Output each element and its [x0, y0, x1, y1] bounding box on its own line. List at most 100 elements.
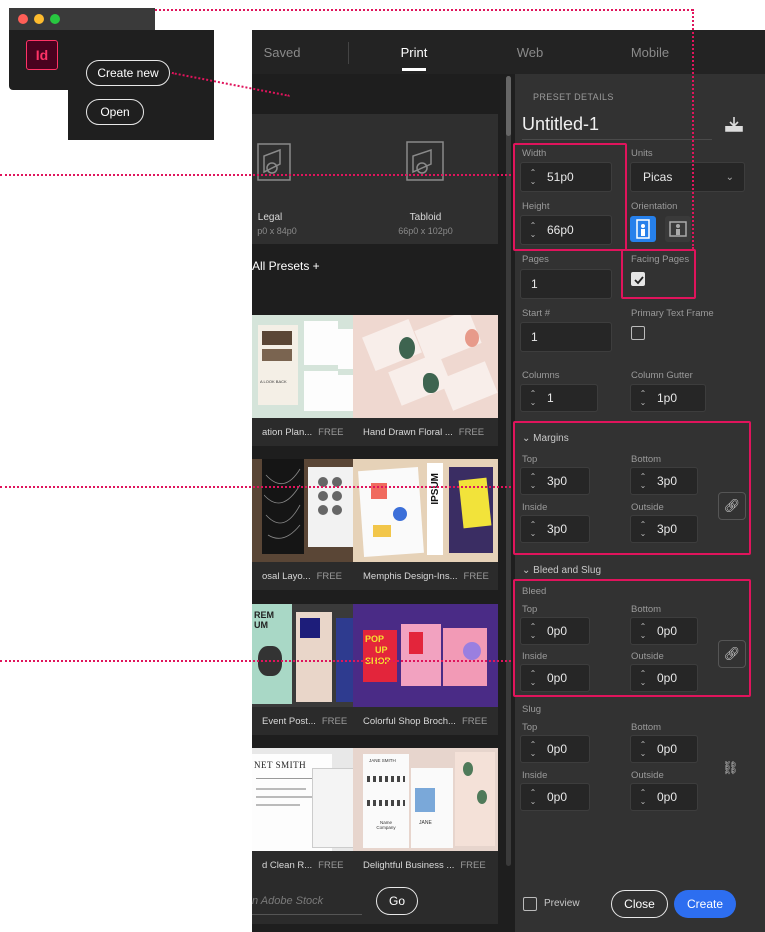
units-dropdown[interactable]: Picas ⌄ — [630, 162, 745, 192]
units-label: Units — [631, 148, 653, 159]
template-caption[interactable]: d Clean R... FREE — [252, 851, 369, 879]
landscape-orientation-button[interactable] — [665, 216, 691, 242]
template-name: d Clean R... — [262, 859, 313, 871]
column-gutter-label: Column Gutter — [631, 370, 693, 381]
columns-input[interactable]: ⌃ ⌄ 1 — [520, 384, 598, 412]
stock-search-input[interactable]: n Adobe Stock — [252, 887, 362, 915]
portrait-icon — [636, 219, 650, 239]
slug-outside-input[interactable]: ⌃ ⌄ 0p0 — [630, 783, 698, 811]
preview-checkbox[interactable] — [523, 897, 537, 911]
slug-inside-input[interactable]: ⌃ ⌄ 0p0 — [520, 783, 590, 811]
callout-line — [0, 174, 515, 176]
margin-top-stepper[interactable]: ⌃ ⌄ — [525, 468, 541, 494]
height-stepper[interactable]: ⌃ ⌄ — [525, 216, 541, 244]
bleed-slug-section-toggle[interactable]: ⌄ Bleed and Slug — [522, 565, 601, 576]
template-name: osal Layo... — [262, 570, 311, 582]
template-thumbnail[interactable]: NET SMITH — [252, 748, 369, 851]
template-caption[interactable]: osal Layo... FREE — [252, 562, 369, 590]
scrollbar[interactable] — [506, 76, 511, 866]
template-thumbnail[interactable]: POP UP SHOP — [353, 604, 498, 707]
tab-saved[interactable]: Saved — [252, 30, 312, 74]
margin-top-input[interactable]: ⌃ ⌄ 3p0 — [520, 467, 590, 495]
template-thumbnail[interactable]: REM UM — [252, 604, 369, 707]
slug-bottom-input[interactable]: ⌃ ⌄ 0p0 — [630, 735, 698, 763]
template-caption[interactable]: Colorful Shop Broch... FREE — [353, 707, 498, 735]
primary-text-frame-checkbox[interactable] — [631, 326, 645, 340]
primary-text-frame-label: Primary Text Frame — [631, 308, 714, 319]
template-thumbnail[interactable]: JANE SMITH Name Company JANE — [353, 748, 498, 851]
margins-section-toggle[interactable]: ⌄ Margins — [522, 433, 569, 444]
tab-mobile[interactable]: Mobile — [620, 30, 680, 74]
open-button[interactable]: Open — [86, 99, 144, 125]
gutter-stepper[interactable]: ⌃ ⌄ — [635, 385, 651, 411]
preset-card-tabloid[interactable]: Tabloid 66p0 x 102p0 — [353, 114, 498, 244]
scrollbar-thumb[interactable] — [506, 76, 511, 136]
maximize-window-button[interactable] — [50, 14, 60, 24]
bleed-inside-label: Inside — [522, 651, 548, 662]
template-caption[interactable]: Delightful Business ... FREE — [353, 851, 498, 879]
slug-top-stepper[interactable]: ⌃ ⌄ — [525, 736, 541, 762]
slug-bottom-label: Bottom — [631, 722, 662, 733]
bleed-outside-input[interactable]: ⌃ ⌄ 0p0 — [630, 664, 698, 692]
template-name: ation Plan... — [262, 426, 313, 438]
create-new-button[interactable]: Create new — [86, 60, 170, 86]
margin-inside-input[interactable]: ⌃ ⌄ 3p0 — [520, 515, 590, 543]
tab-web[interactable]: Web — [500, 30, 560, 74]
link-margins-button[interactable]: 🔗︎ — [718, 492, 746, 520]
pages-input[interactable]: 1 — [520, 269, 612, 299]
template-thumbnail[interactable]: A LOOK BACK — [252, 315, 369, 418]
start-page-input[interactable]: 1 — [520, 322, 612, 352]
height-input[interactable]: ⌃ ⌄ 66p0 — [520, 215, 612, 245]
indesign-logo: Id — [26, 40, 58, 70]
portrait-orientation-button[interactable] — [630, 216, 656, 242]
slug-inside-label: Inside — [522, 770, 548, 781]
margin-bottom-input[interactable]: ⌃ ⌄ 3p0 — [630, 467, 698, 495]
slug-top-input[interactable]: ⌃ ⌄ 0p0 — [520, 735, 590, 763]
preset-size: 66p0 x 102p0 — [398, 226, 453, 236]
close-button[interactable]: Close — [611, 890, 668, 918]
columns-label: Columns — [522, 370, 560, 381]
bleed-bottom-stepper[interactable]: ⌃ ⌄ — [635, 618, 651, 644]
go-button[interactable]: Go — [376, 887, 418, 915]
bleed-outside-stepper[interactable]: ⌃ ⌄ — [635, 665, 651, 691]
margin-outside-input[interactable]: ⌃ ⌄ 3p0 — [630, 515, 698, 543]
create-button[interactable]: Create — [674, 890, 736, 918]
template-thumbnail[interactable] — [353, 315, 498, 418]
column-gutter-input[interactable]: ⌃ ⌄ 1p0 — [630, 384, 706, 412]
bleed-top-input[interactable]: ⌃ ⌄ 0p0 — [520, 617, 590, 645]
chevron-down-icon: ⌄ — [522, 565, 531, 576]
bleed-top-stepper[interactable]: ⌃ ⌄ — [525, 618, 541, 644]
document-name-input[interactable]: Untitled-1 — [522, 114, 712, 140]
margin-outside-stepper[interactable]: ⌃ ⌄ — [635, 516, 651, 542]
slug-outside-stepper[interactable]: ⌃ ⌄ — [635, 784, 651, 810]
margin-inside-stepper[interactable]: ⌃ ⌄ — [525, 516, 541, 542]
bleed-inside-stepper[interactable]: ⌃ ⌄ — [525, 665, 541, 691]
minimize-window-button[interactable] — [34, 14, 44, 24]
margin-bottom-stepper[interactable]: ⌃ ⌄ — [635, 468, 651, 494]
bleed-bottom-input[interactable]: ⌃ ⌄ 0p0 — [630, 617, 698, 645]
link-bleed-button[interactable]: 🔗︎ — [718, 640, 746, 668]
preset-card-legal[interactable]: Legal p0 x 84p0 — [252, 114, 369, 244]
preview-label: Preview — [544, 898, 580, 909]
close-window-button[interactable] — [18, 14, 28, 24]
preset-name: Tabloid — [409, 212, 442, 223]
callout-line — [155, 9, 693, 11]
view-all-presets-link[interactable]: All Presets + — [252, 259, 320, 273]
template-caption[interactable]: Hand Drawn Floral ... FREE — [353, 418, 498, 446]
width-stepper[interactable]: ⌃ ⌄ — [525, 163, 541, 191]
width-input[interactable]: ⌃ ⌄ 51p0 — [520, 162, 612, 192]
facing-pages-checkbox[interactable] — [631, 272, 645, 286]
template-caption[interactable]: Memphis Design-Ins... FREE — [353, 562, 498, 590]
unlink-slug-icon[interactable]: ⛓︎ — [722, 760, 739, 776]
columns-stepper[interactable]: ⌃ ⌄ — [525, 385, 541, 411]
template-caption[interactable]: Event Post... FREE — [252, 707, 369, 735]
template-caption[interactable]: ation Plan... FREE — [252, 418, 369, 446]
link-icon: 🔗︎ — [723, 498, 741, 513]
template-thumbnail[interactable] — [252, 459, 369, 562]
bleed-inside-input[interactable]: ⌃ ⌄ 0p0 — [520, 664, 590, 692]
slug-bottom-stepper[interactable]: ⌃ ⌄ — [635, 736, 651, 762]
slug-inside-stepper[interactable]: ⌃ ⌄ — [525, 784, 541, 810]
facing-pages-label: Facing Pages — [631, 254, 690, 265]
template-thumbnail[interactable]: IPSUM — [353, 459, 498, 562]
save-preset-icon[interactable] — [725, 116, 743, 132]
